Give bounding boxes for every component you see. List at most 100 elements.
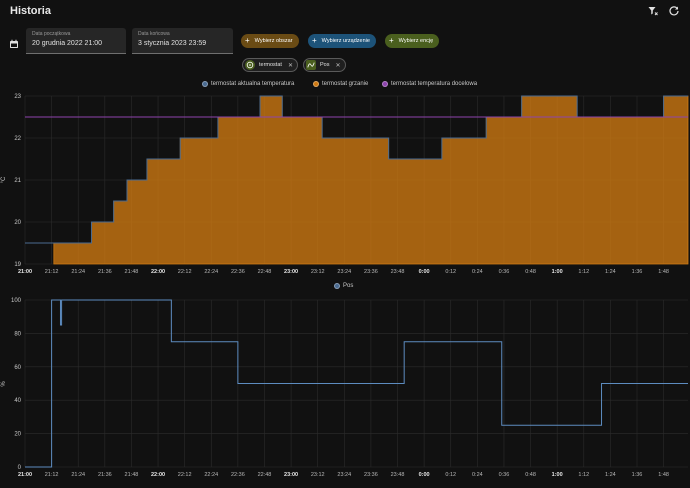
x-tick-label: 21:36 [98,472,112,478]
refresh-icon[interactable] [667,4,681,18]
x-tick-label: 23:24 [337,269,351,275]
entity-chip-pos[interactable]: Pos ✕ [303,58,346,72]
filter-remove-icon[interactable] [646,4,660,18]
x-tick-label: 0:00 [419,269,430,275]
x-tick-label: 23:12 [311,269,325,275]
legend-label: termostat grzanie [322,81,369,87]
x-tick-label: 23:48 [391,269,405,275]
page-title: Historia [10,5,51,17]
y-axis-label: °C [1,176,7,183]
legend-pos[interactable]: Pos [334,283,353,289]
legend-swatch [202,81,208,87]
legend-target-temp[interactable]: termostat temperatura docelowa [382,81,477,87]
x-tick-label: 1:36 [632,269,643,275]
x-tick-label: 23:00 [284,269,298,275]
plus-icon: + [245,36,250,45]
thermostat-icon [245,60,255,70]
x-tick-label: 21:48 [125,269,139,275]
x-tick-label: 22:36 [231,269,245,275]
select-entity-label: Wybierz encję [398,38,434,44]
y-tick-label: 22 [14,136,21,142]
x-tick-label: 22:36 [231,472,245,478]
x-tick-label: 23:36 [364,472,378,478]
x-tick-label: 22:48 [258,269,272,275]
legend-current-temp[interactable]: termostat aktualna temperatura [202,81,294,87]
x-tick-label: 0:36 [499,269,510,275]
x-tick-label: 22:12 [178,472,192,478]
select-device-label: Wybierz urządzenie [321,38,370,44]
x-tick-label: 21:12 [45,472,59,478]
x-tick-label: 23:48 [391,472,405,478]
x-tick-label: 22:12 [178,269,192,275]
start-date-value: 20 grudnia 2022 21:00 [32,40,103,47]
x-tick-label: 21:24 [71,472,85,478]
x-tick-label: 1:48 [658,269,669,275]
legend-swatch [382,81,388,87]
x-tick-label: 21:36 [98,269,112,275]
y-tick-label: 60 [14,365,21,371]
x-tick-label: 22:00 [151,269,165,275]
x-tick-label: 1:00 [552,472,563,478]
y-tick-label: 23 [14,94,21,100]
x-tick-label: 22:24 [204,472,218,478]
calendar-icon[interactable] [9,36,19,48]
legend-label: termostat aktualna temperatura [211,81,295,87]
entity-chip-termostat[interactable]: termostat ✕ [242,58,298,72]
x-tick-label: 0:48 [525,269,536,275]
top-bar: Historia [0,0,690,24]
x-tick-label: 0:24 [472,269,483,275]
pos-chart[interactable]: % 100 80 60 40 20 021:00 21:12 21:24 21:36 21:48 2… [0,292,690,484]
y-tick-label: 40 [14,398,21,404]
x-tick-label: 0:12 [445,472,456,478]
legend-label: termostat temperatura docelowa [391,81,478,87]
remove-chip-icon[interactable]: ✕ [288,62,293,69]
plus-icon: + [389,36,394,45]
x-tick-label: 21:24 [71,269,85,275]
x-tick-label: 0:12 [445,269,456,275]
legend-heating[interactable]: termostat grzanie [313,81,368,87]
start-date-label: Data początkowa [32,31,71,37]
x-tick-label: 0:48 [525,472,536,478]
legend-label: Pos [343,283,354,289]
x-tick-label: 21:00 [18,269,32,275]
remove-chip-icon[interactable]: ✕ [335,62,340,69]
x-tick-label: 1:36 [632,472,643,478]
x-tick-label: 0:00 [419,472,430,478]
x-tick-label: 1:48 [658,472,669,478]
x-tick-label: 22:00 [151,472,165,478]
chip-label: termostat [259,62,282,68]
y-tick-label: 20 [14,220,21,226]
end-date-label: Data końcowa [138,31,170,37]
y-tick-label: 19 [14,262,21,268]
x-tick-label: 0:36 [499,472,510,478]
select-entity-button[interactable]: + Wybierz encję [385,34,440,48]
x-tick-label: 1:12 [578,269,589,275]
x-tick-label: 21:48 [125,472,139,478]
temperature-chart[interactable]: °C 23 22 21 20 1921:00 21:12 21:24 21:36 21:48 22… [0,88,690,278]
legend-swatch [334,283,340,289]
y-tick-label: 21 [14,178,21,184]
x-tick-label: 22:48 [258,472,272,478]
end-date-value: 3 stycznia 2023 23:59 [138,40,207,47]
x-tick-label: 0:24 [472,472,483,478]
y-tick-label: 20 [14,432,21,438]
end-date-field[interactable]: Data końcowa 3 stycznia 2023 23:59 [132,28,233,54]
plus-icon: + [312,36,317,45]
y-tick-label: 100 [11,298,22,304]
x-tick-label: 21:12 [45,269,59,275]
x-tick-label: 22:24 [204,269,218,275]
select-area-button[interactable]: + Wybierz obszar [241,34,299,48]
x-tick-label: 21:00 [18,472,32,478]
x-tick-label: 23:36 [364,269,378,275]
y-tick-label: 80 [14,331,21,337]
legend-swatch [313,81,319,87]
select-area-label: Wybierz obszar [254,38,293,44]
x-tick-label: 1:24 [605,269,616,275]
chip-label: Pos [320,62,330,68]
x-tick-label: 1:24 [605,472,616,478]
x-tick-label: 23:12 [311,472,325,478]
select-device-button[interactable]: + Wybierz urządzenie [308,34,376,48]
start-date-field[interactable]: Data początkowa 20 grudnia 2022 21:00 [26,28,126,54]
x-tick-label: 1:00 [552,269,563,275]
x-tick-label: 1:12 [578,472,589,478]
